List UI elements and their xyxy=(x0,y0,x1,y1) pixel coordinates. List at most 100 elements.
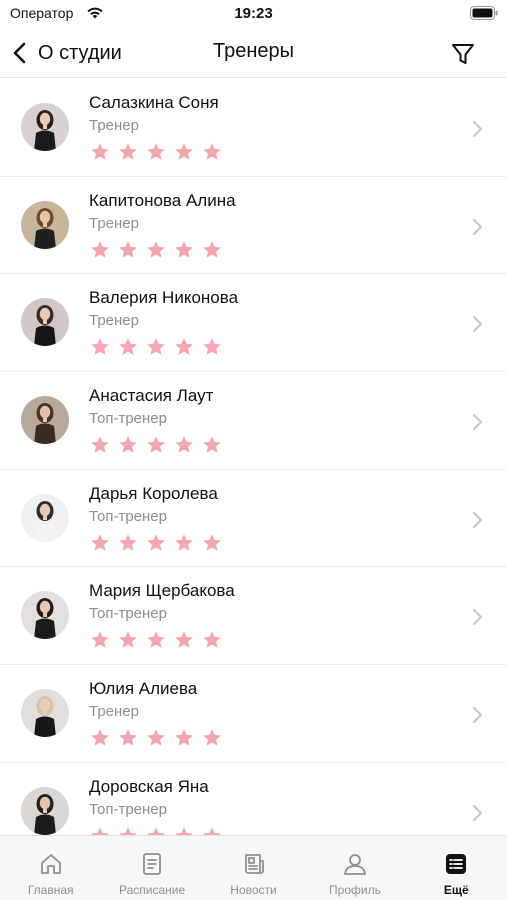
trainer-row[interactable]: Доровская Яна Топ-тренер xyxy=(0,763,507,835)
trainer-role: Тренер xyxy=(89,703,139,721)
star-icon xyxy=(119,827,137,835)
star-icon xyxy=(203,143,221,160)
tab-more[interactable]: Ещё xyxy=(406,836,507,900)
battery-icon xyxy=(470,6,498,20)
tab-label: Новости xyxy=(230,883,277,897)
trainer-name: Капитонова Алина xyxy=(89,190,236,210)
star-icon xyxy=(119,240,137,258)
trainer-rating xyxy=(90,142,222,162)
star-icon xyxy=(119,143,137,160)
star-icon xyxy=(147,827,165,835)
star-icon xyxy=(203,729,221,746)
star-icon xyxy=(91,436,109,453)
chevron-right-icon xyxy=(472,218,483,235)
chevron-right-icon xyxy=(472,804,483,821)
trainer-rating xyxy=(90,533,222,553)
trainer-avatar xyxy=(21,200,69,249)
trainer-name: Мария Щербакова xyxy=(89,581,235,601)
trainer-name: Салазкина Соня xyxy=(89,93,219,112)
tab-profile[interactable]: Профиль xyxy=(304,836,405,900)
trainer-name: Дарья Королева xyxy=(89,483,218,503)
chevron-right-icon xyxy=(472,609,483,626)
trainer-row[interactable]: Валерия Никонова Тренер xyxy=(0,274,507,373)
star-icon xyxy=(203,338,221,356)
chevron-right-icon xyxy=(472,316,483,333)
trainer-rating xyxy=(90,240,222,260)
news-icon xyxy=(244,854,264,874)
trainer-avatar xyxy=(21,298,69,347)
trainer-role: Топ-тренер xyxy=(89,800,167,818)
star-icon xyxy=(91,143,109,160)
star-icon xyxy=(203,436,221,453)
star-icon xyxy=(119,631,137,649)
star-icon xyxy=(203,240,221,258)
star-icon xyxy=(175,338,193,356)
trainer-avatar xyxy=(21,493,69,542)
trainer-rating xyxy=(90,630,222,650)
trainer-row[interactable]: Дарья Королева Топ-тренер xyxy=(0,470,507,568)
trainer-avatar xyxy=(21,591,69,640)
tab-schedule[interactable]: Расписание xyxy=(101,836,202,900)
star-icon xyxy=(203,533,221,551)
star-icon xyxy=(91,827,109,835)
more-icon xyxy=(446,854,467,874)
trainer-rating xyxy=(90,435,222,455)
trainer-avatar xyxy=(21,396,69,445)
trainer-role: Топ-тренер xyxy=(89,507,167,525)
star-icon xyxy=(175,729,193,746)
tab-news[interactable]: Новости xyxy=(203,836,304,900)
star-icon xyxy=(175,240,193,258)
trainer-name: Доровская Яна xyxy=(89,776,209,796)
chevron-left-icon xyxy=(13,42,26,64)
clock: 19:23 xyxy=(234,5,273,22)
star-icon xyxy=(147,631,165,649)
star-icon xyxy=(203,631,221,649)
trainer-name: Валерия Никонова xyxy=(89,288,239,308)
back-button[interactable]: О студии xyxy=(10,38,122,68)
trainer-row[interactable]: Мария Щербакова Топ-тренер xyxy=(0,567,507,666)
star-icon xyxy=(147,240,165,258)
tab-bar: Главная Расписание Новости Профиль Ещё xyxy=(0,835,507,900)
star-icon xyxy=(147,338,165,356)
navigation-bar: О студии Тренеры xyxy=(0,28,507,78)
trainer-role: Тренер xyxy=(89,312,139,330)
trainer-role: Топ-тренер xyxy=(89,605,167,623)
home-icon xyxy=(40,854,61,874)
star-icon xyxy=(119,533,137,551)
star-icon xyxy=(119,338,137,356)
star-icon xyxy=(91,631,109,649)
tab-label: Ещё xyxy=(443,883,469,897)
chevron-right-icon xyxy=(472,707,483,724)
trainer-avatar xyxy=(21,786,69,835)
trainer-rating xyxy=(90,826,222,835)
tab-home[interactable]: Главная xyxy=(0,836,101,900)
trainer-row[interactable]: Анастасия Лаут Топ-тренер xyxy=(0,372,507,470)
back-button-label: О студии xyxy=(38,41,122,64)
chevron-right-icon xyxy=(472,120,483,138)
trainer-row[interactable]: Салазкина Соня Тренер xyxy=(0,79,507,177)
star-icon xyxy=(203,827,221,835)
star-icon xyxy=(175,143,193,160)
filter-icon[interactable] xyxy=(449,40,477,68)
trainer-avatar xyxy=(21,689,69,738)
trainer-name: Юлия Алиева xyxy=(89,679,198,699)
trainer-rating xyxy=(90,728,222,748)
star-icon xyxy=(91,729,109,746)
tab-label: Профиль xyxy=(329,883,381,897)
tab-label: Расписание xyxy=(119,883,186,897)
star-icon xyxy=(91,533,109,551)
trainer-row[interactable]: Капитонова Алина Тренер xyxy=(0,177,507,275)
chevron-right-icon xyxy=(472,511,483,528)
trainer-avatar xyxy=(21,103,69,151)
trainer-rating xyxy=(90,337,222,357)
star-icon xyxy=(147,143,165,160)
profile-icon xyxy=(344,854,366,875)
trainer-role: Тренер xyxy=(89,214,139,232)
trainer-list: Салазкина Соня Тренер Капитонова Алина Трен… xyxy=(0,79,507,835)
trainer-name: Анастасия Лаут xyxy=(89,386,214,406)
trainer-row[interactable]: Юлия Алиева Тренер xyxy=(0,665,507,763)
star-icon xyxy=(175,827,193,835)
star-icon xyxy=(147,729,165,746)
trainer-role: Тренер xyxy=(89,117,139,134)
star-icon xyxy=(147,533,165,551)
